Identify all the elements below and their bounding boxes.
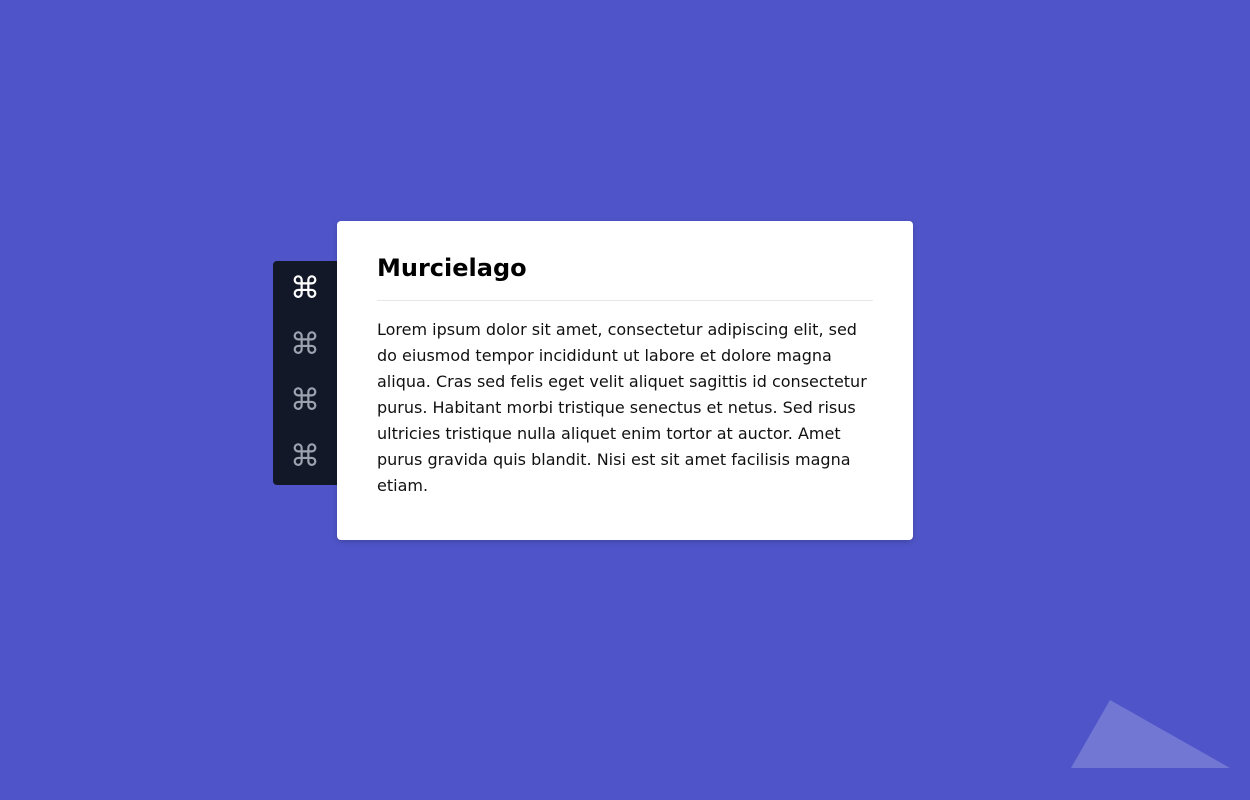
tab-4[interactable]: ⌘ [273, 429, 337, 485]
command-icon: ⌘ [290, 383, 320, 418]
command-icon: ⌘ [290, 271, 320, 306]
tab-2[interactable]: ⌘ [273, 317, 337, 373]
card-title: Murcielago [377, 253, 873, 301]
content-card: Murcielago Lorem ipsum dolor sit amet, c… [337, 221, 913, 540]
decorative-triangle [1071, 700, 1230, 768]
command-icon: ⌘ [290, 439, 320, 474]
tab-rail: ⌘ ⌘ ⌘ ⌘ [273, 261, 337, 485]
tab-1[interactable]: ⌘ [273, 261, 337, 317]
card-body-text: Lorem ipsum dolor sit amet, consectetur … [377, 320, 867, 495]
tab-3[interactable]: ⌘ [273, 373, 337, 429]
command-icon: ⌘ [290, 327, 320, 362]
